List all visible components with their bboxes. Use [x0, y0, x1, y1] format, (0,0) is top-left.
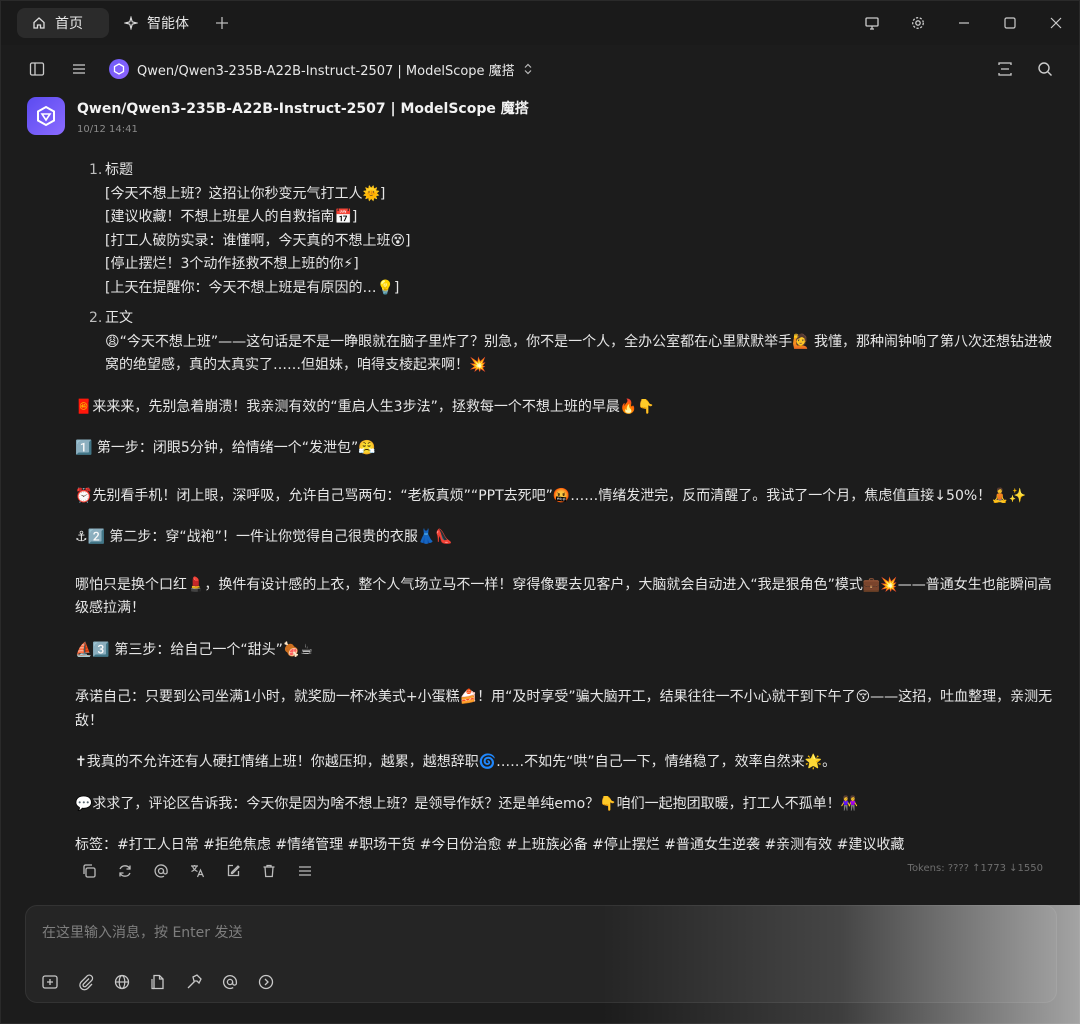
- list-number: 1.: [89, 162, 103, 178]
- paragraph: 哪怕只是换个口红💄，换件有设计感的上衣，整个人气场立马不一样！穿得像要去见客户，…: [75, 576, 1052, 617]
- window-controls: [849, 1, 1079, 45]
- web-search-globe-icon[interactable]: [110, 970, 134, 994]
- list-title: 标题: [105, 162, 133, 178]
- input-toolbar: [38, 970, 278, 994]
- message-time: 10/12 14:41: [77, 124, 138, 135]
- list-number: 2.: [89, 310, 103, 326]
- paragraph: ✝我真的不允许还有人硬扛情绪上班！你越压抑，越累，越想辞职🌀……不如先“哄”自己…: [75, 754, 837, 770]
- tab-agents-label: 智能体: [147, 16, 189, 32]
- delete-icon[interactable]: [257, 859, 281, 883]
- app-window: 首页 智能体 Qwen/Qwen3-235B-A22B-Instruct-250…: [0, 0, 1080, 1024]
- tags-line: 标签：#打工人日常 #拒绝焦虑 #情绪管理 #职场干货 #今日份治愈 #上班族必…: [75, 837, 905, 853]
- list-line: [打工人破防实录：谁懂啊，今天真的不想上班😵]: [105, 232, 411, 249]
- search-icon[interactable]: [1029, 53, 1061, 85]
- list-line: [建议收藏！不想上班星人的自救指南📅]: [105, 209, 358, 225]
- more-options-icon[interactable]: [254, 970, 278, 994]
- edit-icon[interactable]: [221, 859, 245, 883]
- close-button[interactable]: [1033, 1, 1079, 45]
- paragraph: 💬求求了，评论区告诉我：今天你是因为啥不想上班？是领导作妖？还是单纯emo？👇咱…: [75, 795, 859, 812]
- attachment-icon[interactable]: [74, 970, 98, 994]
- mention-icon[interactable]: [149, 859, 173, 883]
- ordered-list: 1. 标题 [今天不想上班？这招让你秒变元气打工人🌞] [建议收藏！不想上班星人…: [75, 159, 1055, 378]
- expand-icon[interactable]: [989, 53, 1021, 85]
- paragraph: 1️⃣ 第一步：闭眼5分钟，给情绪一个“发泄包”😤: [75, 440, 376, 456]
- chevron-updown-icon: [523, 63, 533, 75]
- title-bar: 首页 智能体: [1, 1, 1079, 45]
- mention-model-icon[interactable]: [218, 970, 242, 994]
- model-selector[interactable]: Qwen/Qwen3-235B-A22B-Instruct-2507 | Mod…: [109, 59, 533, 79]
- copy-icon[interactable]: [77, 859, 101, 883]
- list-item: 2. 正文 😩“今天不想上班”——这句话是不是一睁眼就在脑子里炸了？别急，你不是…: [89, 307, 1055, 378]
- list-line: [停止摆烂！3个动作拯救不想上班的你⚡]: [105, 256, 359, 272]
- paragraph: 🧧来来来，先别急着崩溃！我亲测有效的“重启人生3步法”，拯救每一个不想上班的早晨…: [75, 398, 655, 415]
- settings-gear-icon[interactable]: [895, 1, 941, 45]
- more-menu-icon[interactable]: [293, 859, 317, 883]
- regenerate-icon[interactable]: [113, 859, 137, 883]
- message-content: 1. 标题 [今天不想上班？这招让你秒变元气打工人🌞] [建议收藏！不想上班星人…: [75, 159, 1055, 858]
- message-header: Qwen/Qwen3-235B-A22B-Instruct-2507 | Mod…: [27, 97, 529, 135]
- add-tab-button[interactable]: [207, 8, 237, 38]
- minimize-button[interactable]: [941, 1, 987, 45]
- message-actions: [77, 859, 317, 883]
- list-line: [上天在提醒你：今天不想上班是有原因的…💡]: [105, 279, 400, 296]
- sparkle-icon: [123, 15, 139, 31]
- model-name: Qwen/Qwen3-235B-A22B-Instruct-2507 | Mod…: [137, 63, 515, 79]
- menu-icon[interactable]: [63, 53, 95, 85]
- list-title: 正文: [105, 310, 133, 326]
- paragraph: ⛵3️⃣ 第三步：给自己一个“甜头”🍖☕: [75, 641, 313, 658]
- list-line: [今天不想上班？这招让你秒变元气打工人🌞]: [105, 185, 386, 202]
- tab-agents[interactable]: 智能体: [109, 8, 203, 38]
- list-item: 1. 标题 [今天不想上班？这招让你秒变元气打工人🌞] [建议收藏！不想上班星人…: [89, 159, 1055, 300]
- sender-name: Qwen/Qwen3-235B-A22B-Instruct-2507 | Mod…: [77, 101, 529, 117]
- assistant-avatar: [27, 97, 65, 135]
- tab-home-label: 首页: [55, 16, 83, 32]
- tools-hammer-icon[interactable]: [182, 970, 206, 994]
- translate-icon[interactable]: [185, 859, 209, 883]
- list-line: 😩“今天不想上班”——这句话是不是一睁眼就在脑子里炸了？别急，你不是一个人，全办…: [105, 333, 1052, 374]
- new-topic-icon[interactable]: [38, 970, 62, 994]
- message-input-area: 在这里输入消息，按 Enter 发送: [25, 905, 1057, 1003]
- paragraph: ⏰先别看手机！闭上眼，深呼吸，允许自己骂两句：“老板真烦”“PPT去死吧”🤬………: [75, 487, 1027, 504]
- token-count: Tokens: ???? ↑1773 ↓1550: [907, 863, 1043, 874]
- message-input[interactable]: 在这里输入消息，按 Enter 发送: [42, 922, 242, 942]
- chat-toolbar: Qwen/Qwen3-235B-A22B-Instruct-2507 | Mod…: [1, 49, 1079, 89]
- modelscope-logo-icon: [109, 59, 129, 79]
- maximize-button[interactable]: [987, 1, 1033, 45]
- paragraph: 承诺自己：只要到公司坐满1小时，就奖励一杯冰美式+小蛋糕🍰！用“及时享受”骗大脑…: [75, 689, 1053, 729]
- tab-home[interactable]: 首页: [17, 8, 109, 38]
- sidebar-toggle-icon[interactable]: [21, 53, 53, 85]
- home-icon: [31, 15, 47, 31]
- paragraph: ⚓2️⃣ 第二步：穿“战袍”！一件让你觉得自己很贵的衣服👗👠: [75, 529, 453, 545]
- knowledge-file-icon[interactable]: [146, 970, 170, 994]
- monitor-icon[interactable]: [849, 1, 895, 45]
